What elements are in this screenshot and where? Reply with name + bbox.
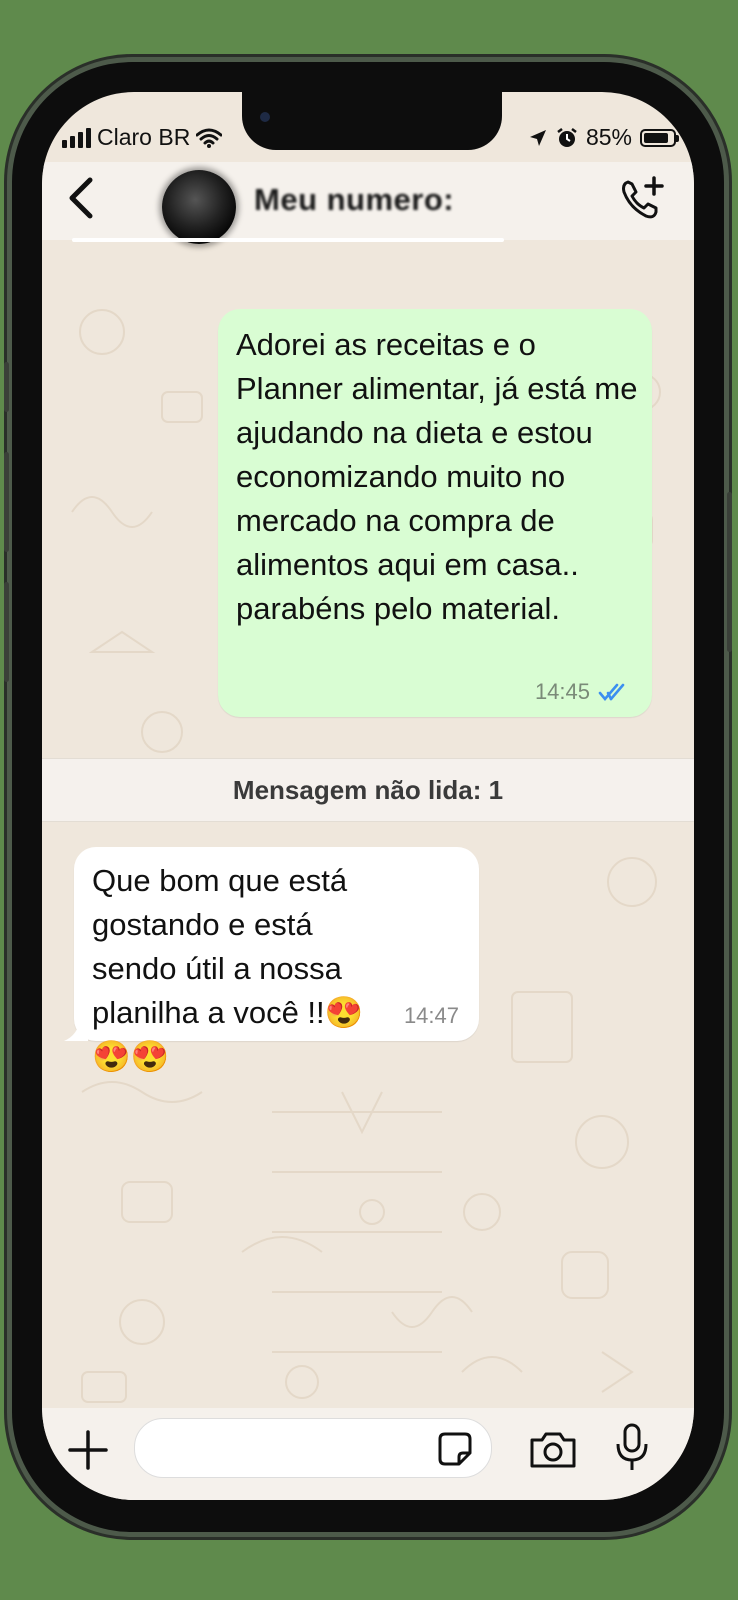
incoming-message[interactable]: Que bom que está gostando e está sendo ú… [64, 847, 479, 1074]
battery-icon [640, 128, 679, 147]
sticker-icon[interactable] [437, 1431, 473, 1467]
message-composer [42, 1408, 694, 1500]
outgoing-message-text: Adorei as receitas e o Planner alimentar… [236, 327, 638, 626]
silent-switch [4, 362, 9, 412]
message-input[interactable] [134, 1418, 492, 1478]
unread-banner-text: Mensagem não lida: 1 [232, 774, 504, 805]
wifi-icon [196, 128, 223, 148]
status-left: Claro BR [62, 124, 223, 151]
double-check-icon [598, 683, 625, 702]
phone-frame: Claro BR 85% Meu numero: Adorei as recei… [4, 62, 732, 1532]
plus-icon[interactable] [66, 1428, 110, 1472]
volume-up-button [4, 452, 9, 552]
phone-screen: Claro BR 85% Meu numero: Adorei as recei… [42, 92, 694, 1500]
power-button [727, 492, 732, 652]
carrier-label: Claro BR [97, 124, 191, 150]
status-right: 85% [528, 124, 679, 151]
alarm-icon [557, 127, 577, 147]
outgoing-message-time: 14:45 [534, 679, 590, 704]
outgoing-message[interactable]: Adorei as receitas e o Planner alimentar… [218, 309, 652, 717]
incoming-message-time: 14:47 [403, 1003, 459, 1028]
location-arrow-icon [529, 129, 546, 146]
notch [242, 92, 502, 150]
incoming-message-text: Que bom que está gostando e está sendo ú… [92, 863, 364, 1074]
contact-name[interactable]: Meu numero: [254, 182, 454, 218]
front-camera [260, 112, 270, 122]
outgoing-message-meta: 14:45 [535, 679, 632, 705]
bubble-tail [64, 1019, 88, 1041]
camera-icon[interactable] [528, 1430, 578, 1470]
header-divider [72, 238, 504, 242]
avatar[interactable] [162, 170, 236, 244]
volume-down-button [4, 582, 9, 682]
chat-header: Meu numero: [42, 162, 694, 244]
battery-fill [644, 132, 668, 143]
add-call-icon[interactable] [618, 174, 668, 224]
microphone-icon[interactable] [614, 1422, 650, 1474]
unread-banner: Mensagem não lida: 1 [42, 758, 694, 822]
battery-percent: 85% [585, 124, 632, 150]
chevron-left-icon[interactable] [64, 176, 98, 220]
signal-icon [62, 127, 91, 148]
